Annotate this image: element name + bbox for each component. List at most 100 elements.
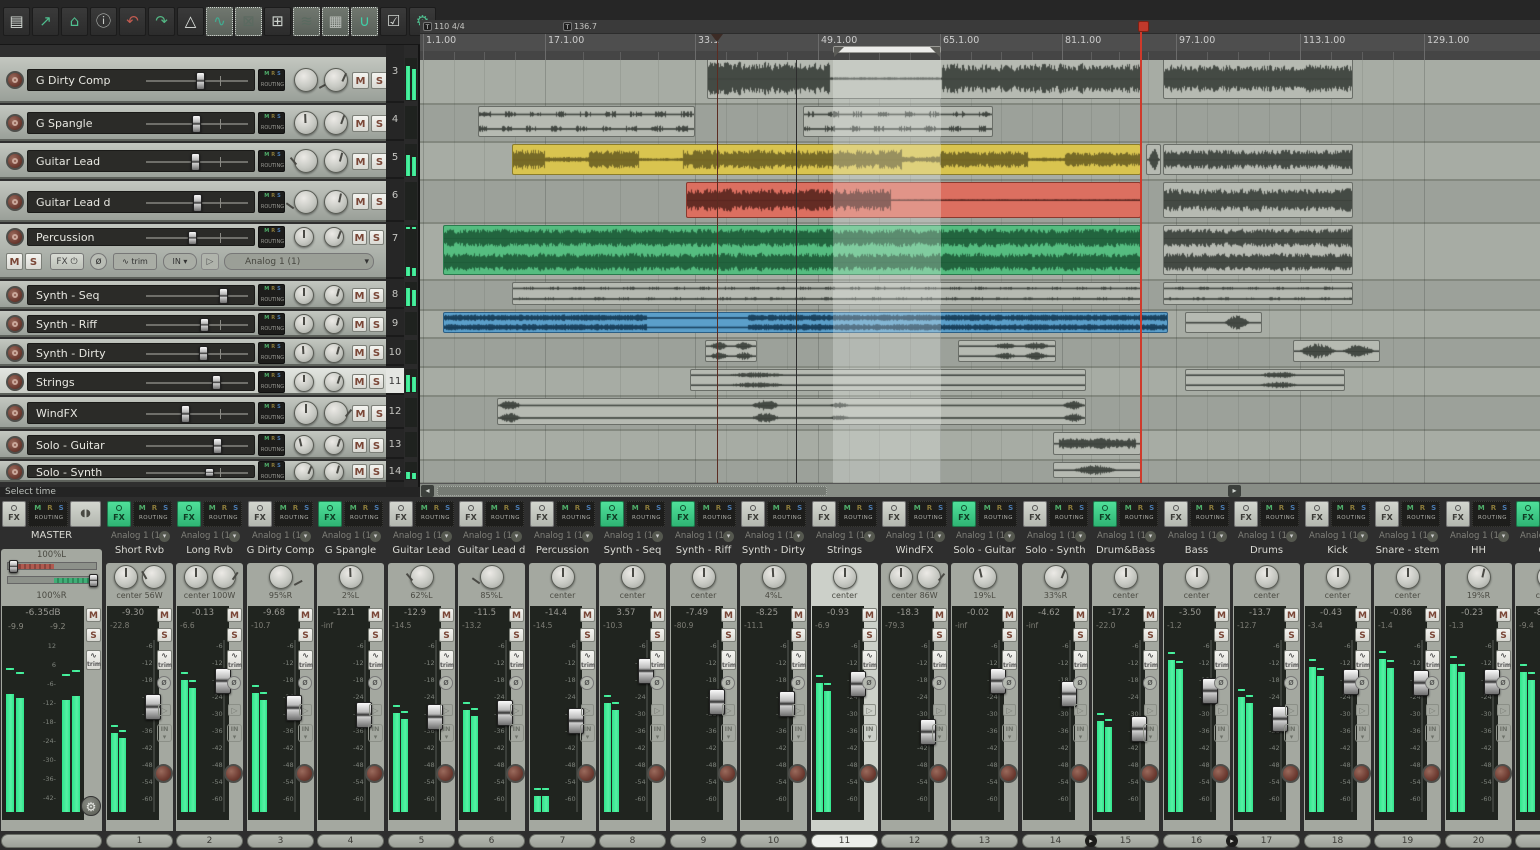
strip-trim-button[interactable]: ∿ trim	[1143, 650, 1158, 670]
track-name-box[interactable]: Synth - Seq	[27, 285, 255, 305]
width-knob[interactable]	[324, 111, 348, 135]
mixer-strip-15[interactable]: FX M R S ROUTING Analog 1 (1 ▾ Drum&Bass center -…	[1091, 497, 1160, 850]
strip-input-mode-button[interactable]: IN ▾	[791, 724, 806, 742]
mixer-strip-21[interactable]: FXMRSROUTINGAnalog 1 (1▾Ovecenter-8.4-9.…	[1514, 497, 1540, 850]
pan-knob[interactable]	[1043, 565, 1068, 589]
fx-button[interactable]: FX	[2, 501, 26, 527]
pan-knob[interactable]	[1536, 565, 1540, 589]
strip-number-box[interactable]: 20	[1445, 834, 1512, 848]
record-arm-button[interactable]	[6, 315, 24, 333]
track-panel-8[interactable]: Synth - Seq M R S ROUTING M S	[0, 281, 386, 309]
strip-phase-button[interactable]: ø	[509, 676, 523, 690]
pan-knob[interactable]	[550, 565, 575, 589]
solo-button[interactable]: S	[371, 193, 386, 210]
mute-button[interactable]: M	[352, 437, 367, 453]
track-number-cell[interactable]: 10	[386, 339, 404, 366]
master-mute-button[interactable]: M	[86, 608, 101, 622]
mixer-strip-2[interactable]: FX M R S ROUTING Analog 1 (1 ▾ Long Rvb center 1…	[175, 497, 244, 850]
pan-knob[interactable]	[268, 565, 303, 589]
solo-button[interactable]: S	[369, 287, 384, 303]
media-item[interactable]	[958, 340, 1056, 362]
mixer-strip-5[interactable]: FX M R S ROUTING Analog 1 (1 ▾ Guitar Lead 62%L -…	[387, 497, 456, 850]
strip-phase-button[interactable]: ø	[1002, 676, 1016, 690]
media-item[interactable]	[1293, 340, 1380, 362]
strip-solo-button[interactable]: S	[1284, 628, 1299, 642]
solo-button[interactable]: S	[369, 345, 384, 360]
routing-button[interactable]: M R S ROUTING	[767, 501, 806, 527]
strip-solo-button[interactable]: S	[862, 628, 877, 642]
metronome-button[interactable]: △	[177, 7, 204, 36]
strip-input-mode-button[interactable]: IN ▾	[368, 724, 383, 742]
mixer-strip-9[interactable]: FX M R S ROUTING Analog 1 (1 ▾ Synth - Riff cent…	[669, 497, 738, 850]
fx-routing-mini[interactable]: M R S ROUTING	[258, 341, 285, 364]
pan-knob[interactable]	[972, 565, 997, 589]
track-panel-14[interactable]: Solo - Synth M R S ROUTING M S	[0, 461, 386, 482]
folder-collapse-button[interactable]: ▸	[1085, 835, 1097, 847]
strip-number-box[interactable]: 18	[1304, 834, 1371, 848]
strip-monitor-button[interactable]: ▷	[1285, 704, 1298, 716]
media-item[interactable]	[1053, 462, 1141, 478]
routing-button[interactable]: M R S ROUTING	[133, 501, 172, 527]
pan-knob[interactable]	[620, 565, 645, 589]
solo-button[interactable]: S	[371, 114, 386, 132]
strip-trim-button[interactable]: ∿ trim	[580, 650, 595, 670]
media-item[interactable]	[1185, 369, 1345, 391]
strip-trim-button[interactable]: ∿ trim	[1425, 650, 1440, 670]
strip-record-arm-button[interactable]	[436, 764, 455, 783]
record-arm-button[interactable]	[6, 71, 24, 89]
strip-mute-button[interactable]: M	[368, 608, 383, 622]
mixer-strip-12[interactable]: FX M R S ROUTING Analog 1 (1 ▾ WindFX center 86W…	[880, 497, 949, 850]
routing-button[interactable]: ROUTING	[259, 355, 284, 363]
fx-routing-mini[interactable]: M R S ROUTING	[258, 402, 285, 424]
strip-phase-button[interactable]: ø	[157, 676, 171, 690]
mixer-strip-6[interactable]: FX M R S ROUTING Analog 1 (1 ▾ Guitar Lead d 85%…	[457, 497, 526, 850]
strip-input-selector[interactable]: Analog 1 (1▾	[107, 530, 172, 543]
width-knob[interactable]	[324, 189, 348, 214]
strip-trim-button[interactable]: ∿ trim	[1284, 650, 1299, 670]
strip-monitor-button[interactable]: ▷	[581, 704, 594, 716]
strip-phase-button[interactable]: ø	[721, 676, 735, 690]
solo-button[interactable]: S	[369, 316, 384, 332]
media-item[interactable]	[1163, 144, 1353, 175]
mixer-strip-7[interactable]: FX M R S ROUTING Analog 1 (1 ▾ Percussion center…	[528, 497, 597, 850]
track-panel-6[interactable]: Guitar Lead d M R S ROUTING M S	[0, 181, 386, 222]
strip-phase-button[interactable]: ø	[580, 676, 594, 690]
track-name-box[interactable]: Strings	[27, 372, 255, 391]
routing-button[interactable]: ROUTING	[259, 474, 284, 481]
strip-record-arm-button[interactable]	[1493, 764, 1512, 783]
timeline-ruler[interactable]: 1.1.00 17.1.00 33.1 49.1.00 65.1.00 81.1.00 97…	[420, 33, 1540, 61]
track-name-box[interactable]: Solo - Guitar	[27, 435, 255, 455]
strip-record-arm-button[interactable]	[506, 764, 525, 783]
loop-end-handle[interactable]	[930, 47, 940, 57]
item-mute-button[interactable]: ⊠	[235, 7, 262, 36]
volume-fader-handle[interactable]	[198, 346, 208, 361]
monitor-button[interactable]: ▷	[201, 253, 219, 270]
routing-button[interactable]: M R S ROUTING	[908, 501, 947, 527]
strip-phase-button[interactable]: ø	[1143, 676, 1157, 690]
mixer-strip-10[interactable]: FX M R S ROUTING Analog 1 (1 ▾ Synth - Dirty 4%L…	[739, 497, 808, 850]
track-panel-9[interactable]: Synth - Riff M R S ROUTING M S	[0, 311, 386, 337]
strip-solo-button[interactable]: S	[1355, 628, 1370, 642]
mono-button[interactable]: ◖◗	[70, 501, 101, 527]
strip-trim-button[interactable]: ∿ trim	[932, 650, 947, 670]
strip-number-box[interactable]: 11	[811, 834, 878, 848]
strip-record-arm-button[interactable]	[999, 764, 1018, 783]
media-item[interactable]	[478, 106, 695, 137]
strip-input-mode-button[interactable]: IN ▾	[1002, 724, 1017, 742]
strip-number-box[interactable]: 17	[1233, 834, 1300, 848]
routing-button[interactable]: ROUTING	[259, 204, 284, 212]
record-arm-button[interactable]	[6, 192, 24, 211]
strip-phase-button[interactable]: ø	[1073, 676, 1087, 690]
solo-button[interactable]: S	[371, 152, 386, 170]
strip-number-box[interactable]: 1	[106, 834, 173, 848]
media-item[interactable]	[1185, 312, 1262, 333]
strip-solo-button[interactable]: S	[1073, 628, 1088, 642]
volume-fader-handle[interactable]	[196, 72, 206, 90]
fx-button[interactable]: FX	[1516, 501, 1540, 527]
media-item[interactable]	[705, 340, 757, 362]
strip-monitor-button[interactable]: ▷	[228, 704, 241, 716]
strip-monitor-button[interactable]: ▷	[1426, 704, 1439, 716]
strip-solo-button[interactable]: S	[1002, 628, 1017, 642]
mute-button[interactable]: M	[352, 114, 369, 132]
strip-trim-button[interactable]: ∿ trim	[862, 650, 877, 670]
